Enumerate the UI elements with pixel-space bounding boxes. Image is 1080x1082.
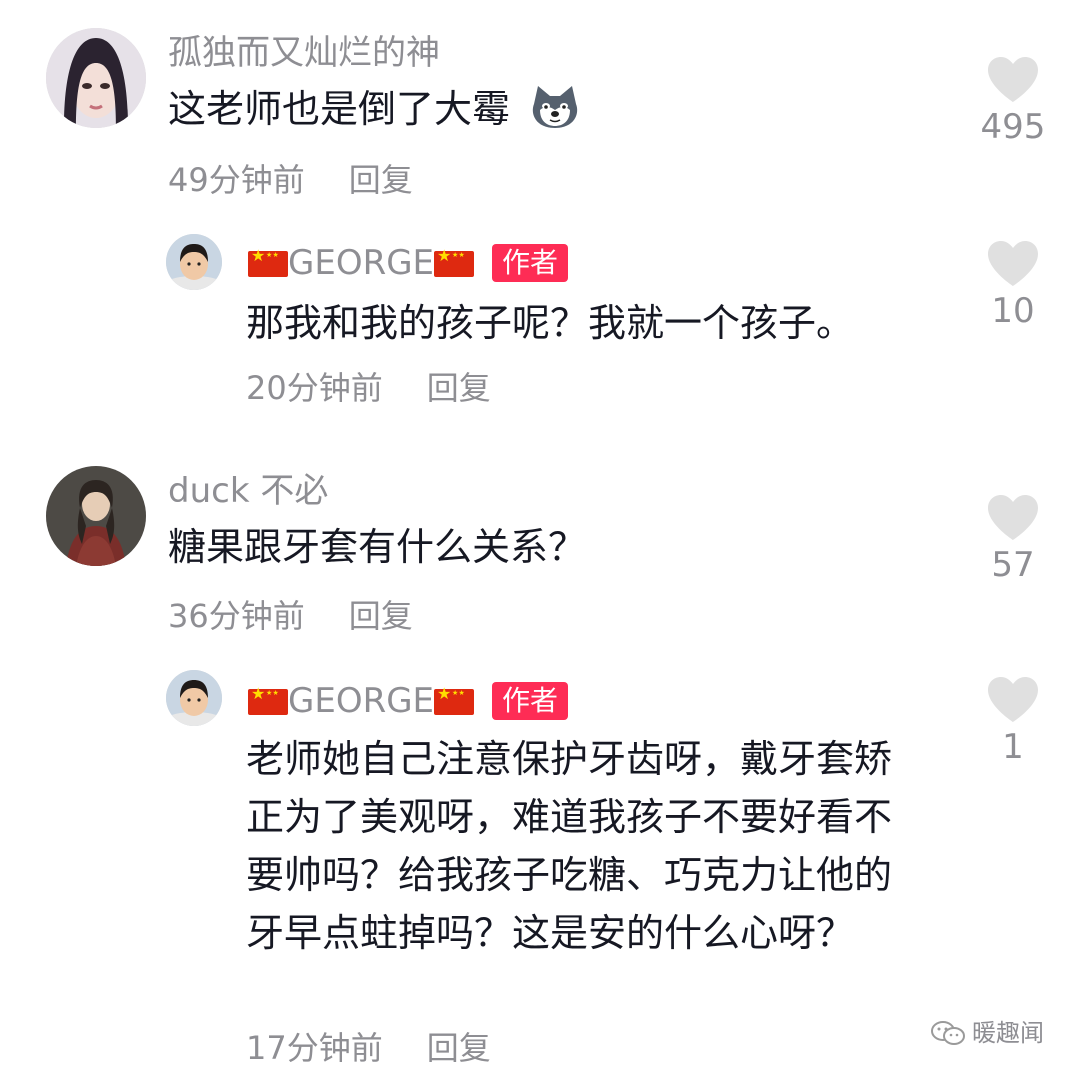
timestamp: 20分钟前 [246,369,383,407]
reply-text: 那我和我的孩子呢？我就一个孩子。 [246,301,855,345]
china-flag-icon [434,686,475,715]
like-button[interactable]: 1 [968,676,1058,764]
comment-text: 糖果跟牙套有什么关系？ [168,525,587,569]
reply-button[interactable]: 回复 [427,369,491,407]
comment-text: 这老师也是倒了大霉 [168,80,948,138]
like-count: 10 [991,291,1035,331]
avatar[interactable] [46,28,146,128]
comment-meta: 49分钟前 回复 [168,164,413,196]
timestamp: 49分钟前 [168,161,305,199]
reply-text: 老师她自己注意保护牙齿呀，戴牙套矫正为了美观呀，难道我孩子不要好看不要帅吗？给我… [246,737,893,955]
username-text: GEORGE [288,681,435,721]
comment-meta: 36分钟前 回复 [168,600,413,632]
wechat-icon [930,1021,966,1045]
timestamp: 36分钟前 [168,597,305,635]
heart-icon [988,495,1038,540]
comment-meta: 20分钟前 回复 [246,372,491,404]
comment-text-content: 这老师也是倒了大霉 [168,87,511,131]
username-text: GEORGE [288,243,435,283]
username[interactable]: GEORGE 作者 [248,681,569,721]
like-button[interactable]: 10 [968,240,1058,328]
reply-button[interactable]: 回复 [349,597,413,635]
heart-icon [988,57,1038,102]
watermark-text: 暖趣闻 [972,1019,1044,1047]
husky-emoji-icon [528,84,582,130]
username[interactable]: 孤独而又灿烂的神 [168,36,440,70]
china-flag-icon [434,248,475,277]
reply-button[interactable]: 回复 [427,1029,491,1067]
author-badge: 作者 [492,244,569,282]
china-flag-icon [248,248,288,277]
avatar[interactable] [166,234,222,290]
author-badge: 作者 [492,682,569,720]
heart-icon [988,241,1038,286]
watermark: 暖趣闻 [930,1013,1044,1048]
comment-meta: 17分钟前 回复 [246,1032,491,1064]
like-count: 1 [1002,727,1024,767]
username[interactable]: GEORGE 作者 [248,243,569,283]
like-count: 57 [991,545,1035,585]
china-flag-icon [248,686,288,715]
like-count: 495 [980,107,1046,147]
heart-icon [988,677,1038,722]
avatar[interactable] [46,466,146,566]
like-button[interactable]: 57 [968,494,1058,582]
like-button[interactable]: 495 [968,56,1058,144]
avatar[interactable] [166,670,222,726]
username[interactable]: duck 不必 [168,474,328,508]
reply-button[interactable]: 回复 [349,161,413,199]
timestamp: 17分钟前 [246,1029,383,1067]
